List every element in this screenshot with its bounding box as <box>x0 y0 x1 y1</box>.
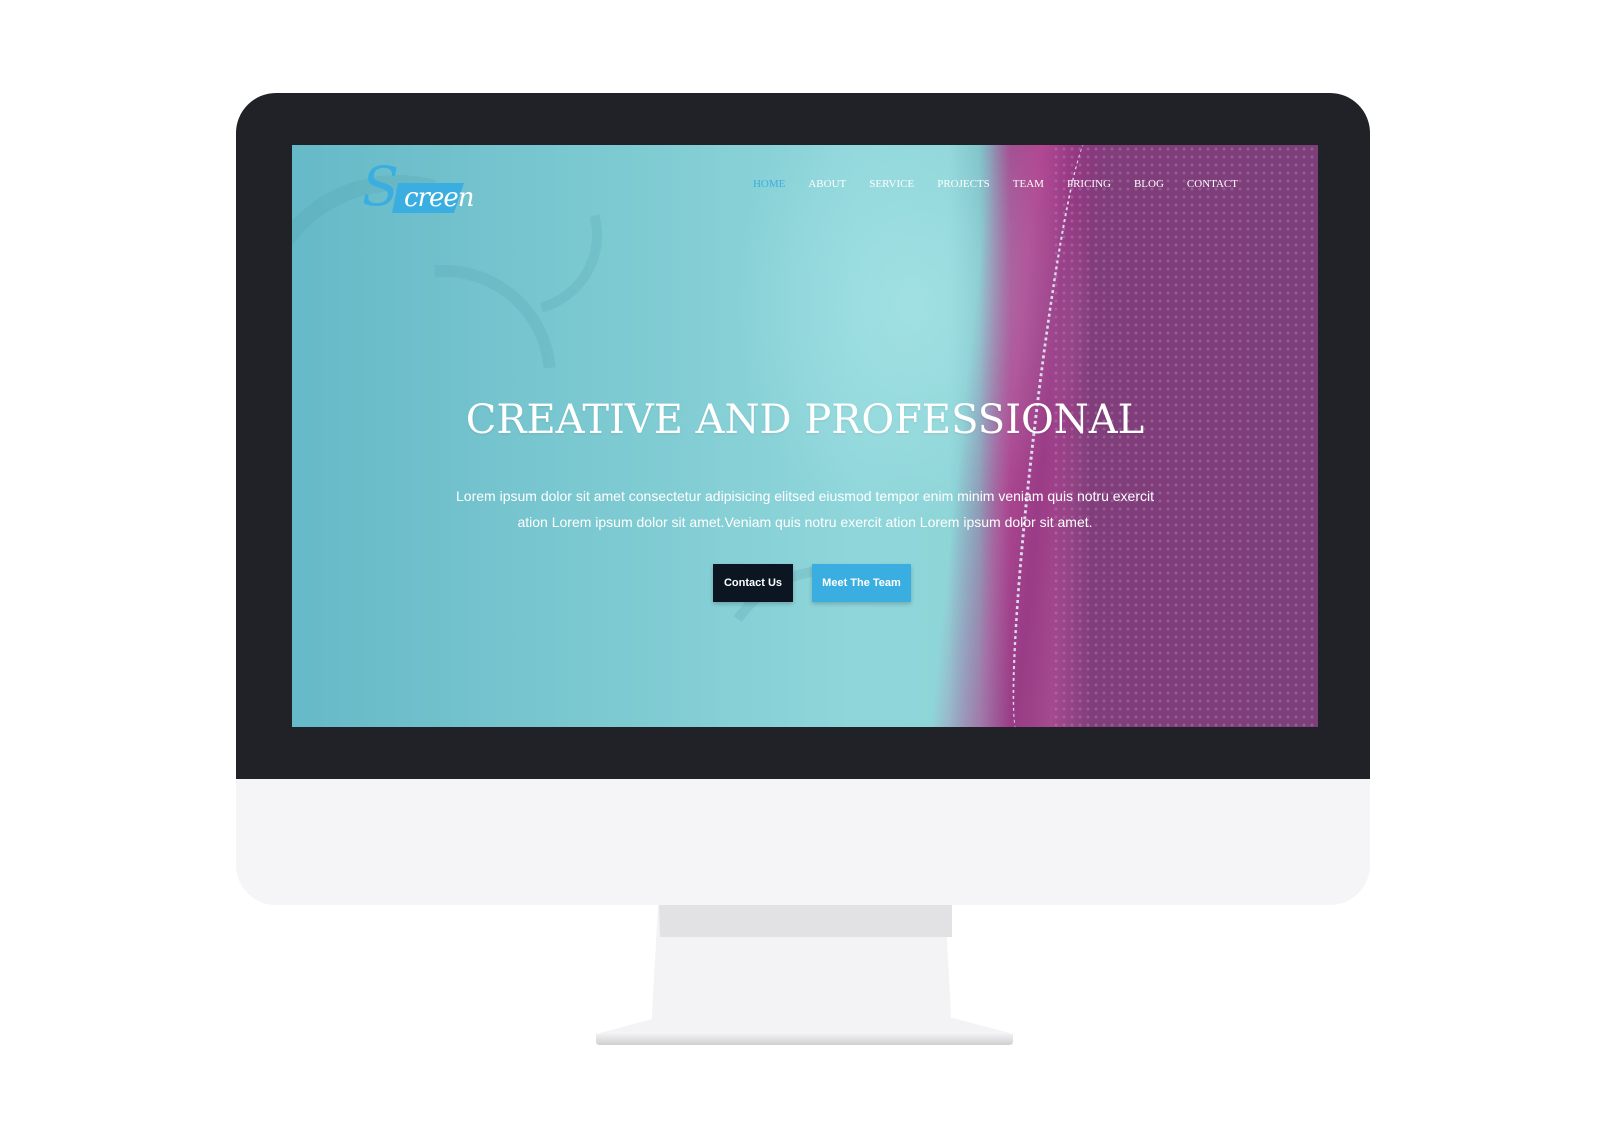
monitor-chin <box>236 779 1370 905</box>
logo-initial: S <box>362 155 399 218</box>
monitor-stand-shadow <box>659 905 952 937</box>
nav-item-projects[interactable]: PROJECTS <box>937 178 990 190</box>
nav-item-service[interactable]: SERVICE <box>869 178 914 190</box>
contact-us-button[interactable]: Contact Us <box>713 564 793 602</box>
monitor-stand-base-edge <box>596 1034 1013 1045</box>
meet-the-team-button[interactable]: Meet The Team <box>812 564 911 602</box>
nav-item-pricing[interactable]: PRICING <box>1067 178 1111 190</box>
nav-item-contact[interactable]: CONTACT <box>1187 178 1238 190</box>
nav-item-blog[interactable]: BLOG <box>1134 178 1164 190</box>
nav-item-home[interactable]: HOME <box>753 178 785 190</box>
hero-description: Lorem ipsum dolor sit amet consectetur a… <box>456 488 1154 530</box>
main-nav: HOME ABOUT SERVICE PROJECTS TEAM PRICING… <box>753 178 1238 190</box>
mockup-stage: S creen HOME ABOUT SERVICE PROJECTS TEAM… <box>0 0 1600 1134</box>
site-logo[interactable]: S creen <box>362 155 482 218</box>
logo-text: creen <box>404 183 475 213</box>
website-screen: S creen HOME ABOUT SERVICE PROJECTS TEAM… <box>292 145 1318 727</box>
nav-item-team[interactable]: TEAM <box>1013 178 1044 190</box>
hero-title: CREATIVE AND PROFESSIONAL <box>465 397 1145 443</box>
nav-item-about[interactable]: ABOUT <box>808 178 846 190</box>
